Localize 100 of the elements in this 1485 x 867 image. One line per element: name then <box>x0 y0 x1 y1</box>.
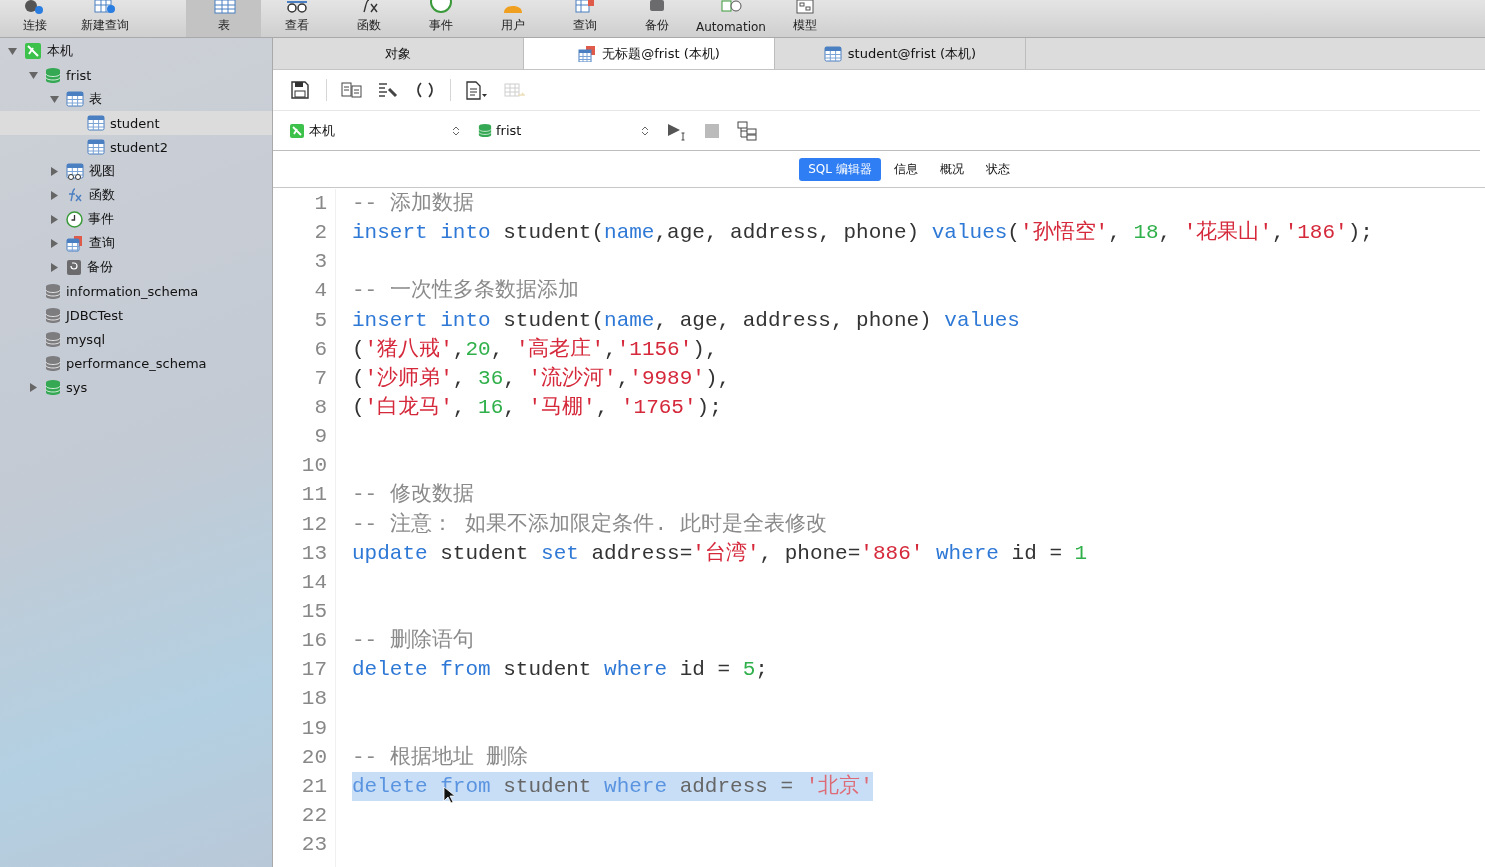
two-panels-icon <box>341 80 362 100</box>
line-number: 13 <box>300 540 327 567</box>
stepper-icon <box>452 124 460 137</box>
format-icon <box>378 80 399 100</box>
tree-item[interactable]: 查询 <box>0 231 272 255</box>
tree-item[interactable]: 表 <box>0 87 272 111</box>
database-icon <box>45 282 61 300</box>
disclosure-triangle-icon[interactable] <box>49 190 59 200</box>
line-number: 14 <box>300 569 327 596</box>
segment-tab[interactable]: 状态 <box>976 157 1019 181</box>
toolbar-button[interactable]: 新建查询 <box>70 0 140 37</box>
table-icon <box>87 139 105 155</box>
tree-item[interactable]: mysql <box>0 327 272 351</box>
code-line: -- 根据地址 删除 <box>352 744 529 771</box>
tree-item[interactable]: 函数 <box>0 183 272 207</box>
code-line: insert into student(name, age, address, phone) values <box>352 307 1020 334</box>
connection-icon <box>289 122 305 139</box>
tree-item[interactable]: sys <box>0 375 272 399</box>
segment-tab[interactable]: 信息 <box>884 157 927 181</box>
toolbar-button[interactable]: 查看 <box>261 0 333 37</box>
line-number: 8 <box>313 395 327 421</box>
toolbar-button[interactable]: 连接 <box>0 0 70 37</box>
disclosure-triangle-icon[interactable] <box>7 46 17 56</box>
code-line: ('沙师弟', 36, '流沙河','9989'), <box>352 365 731 392</box>
toolbar-button[interactable]: 事件 <box>405 0 477 37</box>
toolbar-button[interactable]: 表 <box>186 0 261 37</box>
database-icon <box>45 354 61 372</box>
tree-item[interactable]: student <box>0 111 272 135</box>
explain-button[interactable] <box>737 120 758 141</box>
clock-icon <box>66 210 83 228</box>
glasses-icon <box>285 0 309 14</box>
segment-tab[interactable]: SQL 编辑器 <box>799 157 881 181</box>
line-number: 15 <box>300 598 327 625</box>
tree-item[interactable]: 备份 <box>0 255 272 279</box>
table-icon <box>87 115 105 131</box>
code-line: insert into student(name,age, address, phone) values('孙悟空', 18, '花果山','186'); <box>352 219 1373 247</box>
line-number: 5 <box>313 307 327 334</box>
tree-item[interactable]: 本机 <box>0 39 272 63</box>
disclosure-triangle-icon[interactable] <box>49 262 59 272</box>
toolbar-button[interactable] <box>463 78 490 102</box>
line-number: 23 <box>300 832 327 859</box>
line-number: 11 <box>300 482 327 509</box>
stop-icon <box>705 123 719 138</box>
line-number: 1 <box>313 191 327 217</box>
line-number: 9 <box>313 424 327 451</box>
select-field[interactable]: frist <box>478 121 649 140</box>
toolbar-button[interactable]: 用户 <box>477 0 549 37</box>
database-icon <box>478 123 492 138</box>
disclosure-triangle-icon[interactable] <box>49 166 59 176</box>
line-number: 19 <box>300 715 327 742</box>
table-icon <box>66 91 84 107</box>
disclosure-triangle-icon[interactable] <box>49 238 59 248</box>
disclosure-triangle-icon[interactable] <box>28 70 38 80</box>
disclosure-triangle-icon[interactable] <box>49 94 59 104</box>
tree-item[interactable]: 视图 <box>0 159 272 183</box>
view-icon <box>66 162 84 180</box>
line-number: 22 <box>300 802 327 829</box>
database-icon <box>45 306 61 324</box>
toolbar-button[interactable]: 查询 <box>549 0 621 37</box>
tree-item[interactable]: 事件 <box>0 207 272 231</box>
database-icon <box>45 66 61 84</box>
function-icon <box>66 187 84 203</box>
document-icon <box>465 80 488 100</box>
select-field[interactable]: 本机 <box>289 121 460 140</box>
save-icon <box>291 80 312 100</box>
toolbar-button[interactable]: 函数 <box>333 0 405 37</box>
line-number: 4 <box>313 278 327 305</box>
code-line: -- 添加数据 <box>352 190 474 217</box>
line-number: 18 <box>300 686 327 713</box>
code-line: delete from student where id = 5; <box>352 657 768 684</box>
line-number: 21 <box>300 773 327 800</box>
line-number: 2 <box>313 220 327 247</box>
toolbar-button[interactable]: 备份 <box>621 0 693 37</box>
line-number: 17 <box>300 657 327 684</box>
model-icon <box>793 0 817 14</box>
tree-diagram-icon <box>737 120 758 141</box>
code-line: ('白龙马', 16, '马棚', '1765'); <box>352 394 722 421</box>
segment-tab[interactable]: 概况 <box>930 157 973 181</box>
disclosure-triangle-icon[interactable] <box>49 214 59 224</box>
disclosure-triangle-icon[interactable] <box>28 382 38 392</box>
new-query-icon <box>93 0 117 14</box>
toolbar-button[interactable]: 模型 <box>769 0 841 37</box>
stop-button[interactable] <box>705 123 719 138</box>
query-icon <box>573 0 597 14</box>
line-number: 12 <box>300 511 327 538</box>
code-line: -- 修改数据 <box>352 482 474 509</box>
tree-item[interactable]: information_schema <box>0 279 272 303</box>
tree-item[interactable]: frist <box>0 63 272 87</box>
tree-item[interactable]: JDBCTest <box>0 303 272 327</box>
line-number: 16 <box>300 628 327 655</box>
line-number: 20 <box>300 744 327 771</box>
tree-item[interactable]: performance_schema <box>0 351 272 375</box>
line-number: 10 <box>300 453 327 480</box>
toolbar-button[interactable]: Automation <box>693 0 769 37</box>
query-icon <box>578 45 597 62</box>
tree-item[interactable]: student2 <box>0 135 272 159</box>
editor-tab[interactable]: 无标题@frist (本机) <box>524 38 775 69</box>
line-number: 6 <box>313 336 327 363</box>
code-line: ('猪八戒',20, '高老庄','1156'), <box>352 336 718 363</box>
line-number: 3 <box>313 249 327 276</box>
